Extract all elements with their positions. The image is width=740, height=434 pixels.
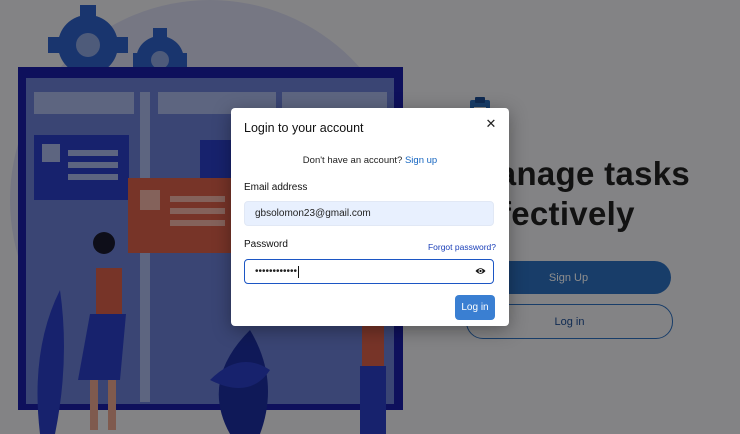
no-account-text: Don't have an account? (302, 155, 403, 166)
signup-prompt: Don't have an account? Sign up (231, 155, 509, 166)
email-field[interactable]: gbsolomon23@gmail.com (244, 201, 494, 226)
forgot-password-link[interactable]: Forgot password? (428, 242, 496, 252)
login-submit-button[interactable]: Log in (455, 295, 495, 320)
text-cursor (298, 265, 300, 278)
email-label: Email address (244, 182, 308, 193)
password-value: •••••••••••• (255, 266, 298, 277)
eye-icon[interactable] (475, 267, 486, 275)
signup-link[interactable]: Sign up (405, 155, 437, 166)
close-icon[interactable]: ✕ (484, 117, 498, 131)
modal-title: Login to your account (244, 121, 364, 135)
login-modal: Login to your account ✕ Don't have an ac… (231, 108, 509, 326)
password-label: Password (244, 239, 288, 250)
email-value: gbsolomon23@gmail.com (255, 208, 371, 219)
password-field[interactable]: •••••••••••• (244, 259, 494, 284)
